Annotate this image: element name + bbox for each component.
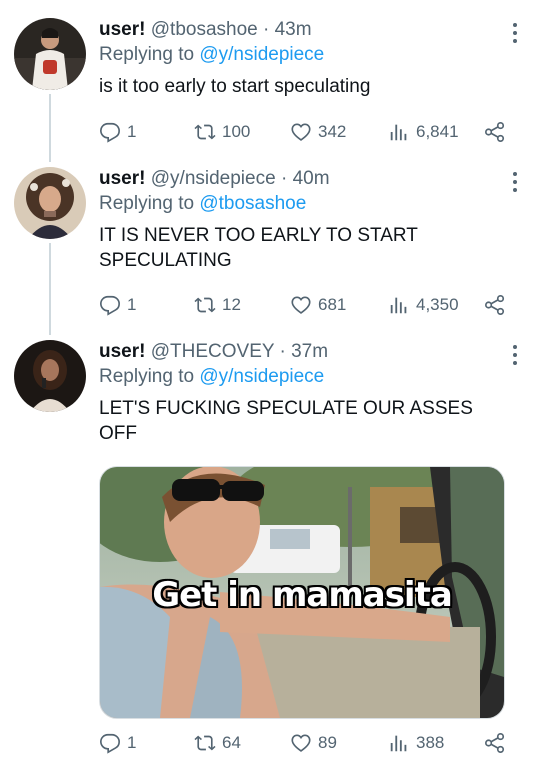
- action-bar: 1 64 89 388: [99, 731, 520, 755]
- display-name[interactable]: user!: [99, 19, 145, 40]
- view-count: 4,350: [416, 295, 459, 314]
- retweet-button[interactable]: 12: [194, 293, 241, 317]
- retweet-button[interactable]: 100: [194, 120, 250, 144]
- views-button[interactable]: 4,350: [388, 293, 459, 317]
- retweet-icon: [194, 297, 216, 313]
- heart-icon: [291, 296, 311, 314]
- replying-to: Replying to @y/nsidepiece: [99, 42, 520, 68]
- view-count: 6,841: [416, 122, 459, 141]
- share-button[interactable]: [484, 731, 506, 755]
- views-button[interactable]: 6,841: [388, 120, 459, 144]
- replying-to-label: Replying to: [99, 44, 195, 65]
- replying-to: Replying to @tbosashoe: [99, 191, 520, 217]
- views-button[interactable]: 388: [388, 731, 444, 755]
- views-icon: [390, 297, 407, 314]
- heart-icon: [291, 123, 311, 141]
- tweet-text-line: OFF: [99, 423, 137, 444]
- reply-count: 1: [127, 122, 137, 141]
- tweet-header: user! @y/nsidepiece · 40m: [99, 167, 520, 191]
- reply-icon: [100, 733, 120, 754]
- retweet-button[interactable]: 64: [194, 731, 241, 755]
- share-button[interactable]: [484, 120, 506, 144]
- avatar[interactable]: [14, 167, 86, 239]
- tweet-text: IT IS NEVER TOO EARLY TO START SPECULATI…: [99, 223, 520, 273]
- reply-button[interactable]: 1: [99, 120, 136, 144]
- timestamp[interactable]: 40m: [293, 168, 330, 189]
- tweet-media-image[interactable]: Get in mamasita: [99, 466, 505, 719]
- share-button[interactable]: [484, 293, 506, 317]
- action-bar: 1 100 342 6,841: [99, 120, 520, 144]
- more-icon[interactable]: [512, 344, 518, 366]
- thread-line-1: [49, 94, 51, 162]
- reply-count: 1: [127, 295, 137, 314]
- timestamp[interactable]: 37m: [291, 341, 328, 362]
- action-bar: 1 12 681 4,350: [99, 293, 520, 317]
- separator-dot: ·: [280, 168, 288, 189]
- user-handle[interactable]: @y/nsidepiece: [151, 168, 276, 189]
- retweet-count: 12: [222, 295, 241, 314]
- view-count: 388: [416, 733, 445, 752]
- like-count: 342: [318, 122, 347, 141]
- reply-button[interactable]: 1: [99, 293, 136, 317]
- like-button[interactable]: 89: [290, 731, 337, 755]
- reply-button[interactable]: 1: [99, 731, 136, 755]
- thread-line-2: [49, 243, 51, 335]
- retweet-icon: [194, 124, 216, 140]
- tweet-text-line: LET'S FUCKING SPECULATE OUR ASSES: [99, 398, 473, 419]
- like-count: 89: [318, 733, 337, 752]
- avatar[interactable]: [14, 340, 86, 412]
- replying-to-label: Replying to: [99, 366, 195, 387]
- heart-icon: [291, 734, 311, 752]
- like-button[interactable]: 681: [290, 293, 346, 317]
- retweet-count: 100: [222, 122, 251, 141]
- mention-link[interactable]: @y/nsidepiece: [199, 44, 324, 65]
- display-name[interactable]: user!: [99, 168, 145, 189]
- views-icon: [390, 124, 407, 141]
- like-button[interactable]: 342: [290, 120, 346, 144]
- tweet-header: user! @tbosashoe · 43m: [99, 18, 520, 42]
- tweet-text-line: IT IS NEVER TOO EARLY TO START: [99, 225, 418, 246]
- tweet-text: is it too early to start speculating: [99, 76, 371, 97]
- separator-dot: ·: [279, 341, 286, 362]
- display-name[interactable]: user!: [99, 341, 145, 362]
- reply-icon: [100, 295, 120, 316]
- user-handle[interactable]: @tbosashoe: [151, 19, 258, 40]
- retweet-count: 64: [222, 733, 241, 752]
- share-icon: [485, 295, 505, 315]
- share-icon: [485, 122, 505, 142]
- reply-icon: [100, 122, 120, 143]
- views-icon: [390, 735, 407, 752]
- replying-to: Replying to @y/nsidepiece: [99, 364, 520, 390]
- share-icon: [485, 733, 505, 753]
- mention-link[interactable]: @tbosashoe: [199, 193, 306, 214]
- avatar[interactable]: [14, 18, 86, 90]
- retweet-icon: [194, 735, 216, 751]
- more-icon[interactable]: [512, 171, 518, 193]
- tweet-text: LET'S FUCKING SPECULATE OUR ASSES OFF: [99, 396, 520, 446]
- user-handle[interactable]: @THECOVEY: [151, 341, 274, 362]
- more-icon[interactable]: [512, 22, 518, 44]
- separator-dot: ·: [263, 19, 270, 40]
- tweet-header: user! @THECOVEY · 37m: [99, 340, 520, 364]
- mention-link[interactable]: @y/nsidepiece: [199, 366, 324, 387]
- like-count: 681: [318, 295, 347, 314]
- timestamp[interactable]: 43m: [275, 19, 312, 40]
- meme-caption: Get in mamasita: [152, 575, 453, 615]
- tweet-text-line: SPECULATING: [99, 250, 232, 271]
- reply-count: 1: [127, 733, 137, 752]
- replying-to-label: Replying to: [99, 193, 195, 214]
